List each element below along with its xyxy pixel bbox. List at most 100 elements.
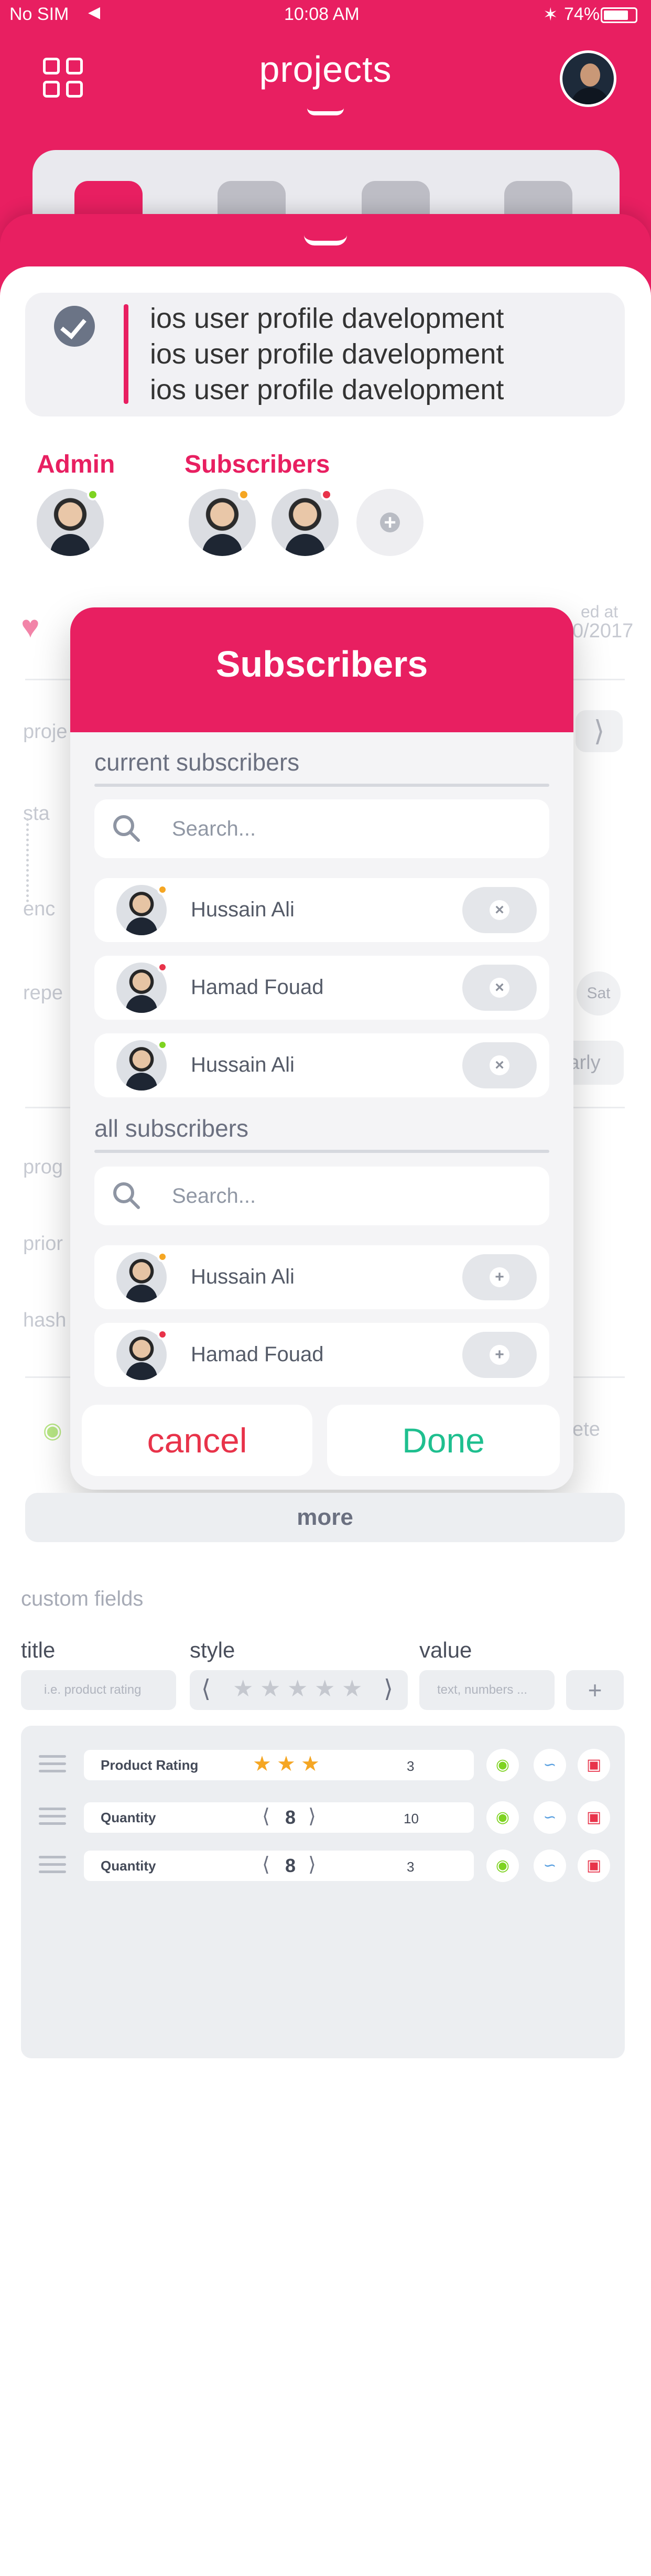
- add-field-button[interactable]: +: [566, 1670, 624, 1710]
- subscribers-label: Subscribers: [185, 451, 330, 478]
- search-placeholder: Search...: [172, 1184, 256, 1207]
- title-input[interactable]: i.e. product rating: [21, 1670, 176, 1710]
- current-subscribers-label: current subscribers: [94, 749, 300, 776]
- repeat-day-saturday[interactable]: Sat: [577, 971, 621, 1016]
- done-button[interactable]: Done: [327, 1405, 560, 1476]
- task-line: ios user profile davelopment: [150, 338, 504, 370]
- away-status-dot: [238, 489, 249, 500]
- task-line: ios user profile davelopment: [150, 374, 504, 405]
- complete-label: ete: [572, 1418, 600, 1440]
- drag-handle-icon[interactable]: [39, 1856, 66, 1874]
- attach-icon[interactable]: ∽: [534, 1801, 566, 1834]
- list-item: Hussain Ali ×: [94, 1033, 549, 1097]
- page-title: projects: [259, 49, 392, 90]
- trash-icon[interactable]: ▣: [578, 1749, 610, 1781]
- away-status-dot: [157, 884, 168, 895]
- carrier-label: No SIM: [9, 4, 69, 24]
- eye-icon[interactable]: ◉: [486, 1801, 519, 1834]
- busy-status-dot: [157, 1329, 168, 1340]
- drag-handle-icon[interactable]: [39, 1808, 66, 1825]
- search-icon: [113, 815, 140, 842]
- sheet-collapse-icon[interactable]: [304, 235, 347, 245]
- add-subscriber-button[interactable]: [356, 489, 424, 556]
- stepper-decrement[interactable]: ⟨: [262, 1804, 270, 1828]
- hashtags-label: hash: [23, 1309, 67, 1331]
- progress-label: prog: [23, 1156, 63, 1178]
- project-label: proje: [23, 721, 68, 743]
- value-input[interactable]: text, numbers ...: [419, 1670, 555, 1710]
- column-title: title: [21, 1638, 56, 1662]
- star-icon: ★: [260, 1676, 281, 1702]
- eye-icon[interactable]: ◉: [486, 1749, 519, 1781]
- stepper-value: 8: [285, 1807, 296, 1828]
- column-style: style: [190, 1638, 235, 1662]
- subscriber-name: Hussain Ali: [191, 898, 295, 921]
- remove-subscriber-button[interactable]: ×: [462, 1042, 537, 1088]
- stepper-value: 8: [285, 1855, 296, 1876]
- clock-label: 10:08 AM: [284, 4, 360, 24]
- chevron-right-icon[interactable]: ⟩: [384, 1674, 393, 1703]
- table-row[interactable]: Quantity ⟨ 8 ⟩ 3: [84, 1851, 474, 1881]
- table-row[interactable]: Quantity ⟨ 8 ⟩ 10: [84, 1802, 474, 1833]
- end-label: enc: [23, 898, 56, 920]
- remove-subscriber-button[interactable]: ×: [462, 887, 537, 933]
- remove-subscriber-button[interactable]: ×: [462, 965, 537, 1011]
- subscriber-name: Hussain Ali: [191, 1265, 295, 1288]
- stepper-decrement[interactable]: ⟨: [262, 1853, 270, 1876]
- all-search-input[interactable]: Search...: [94, 1167, 549, 1225]
- chevron-down-icon[interactable]: [307, 108, 344, 115]
- attach-icon[interactable]: ∽: [534, 1850, 566, 1882]
- trash-icon[interactable]: ▣: [578, 1850, 610, 1882]
- custom-fields-label: custom fields: [21, 1587, 144, 1610]
- battery-icon: [601, 7, 637, 23]
- list-item: Hamad Fouad ×: [94, 956, 549, 1020]
- priority-label: prior: [23, 1233, 63, 1255]
- timeline-dots: [26, 818, 29, 902]
- field-name: Product Rating: [101, 1757, 199, 1773]
- drag-handle-icon[interactable]: [39, 1755, 66, 1773]
- field-value: 3: [407, 1758, 415, 1774]
- add-subscriber-button[interactable]: +: [462, 1332, 537, 1378]
- add-subscriber-button[interactable]: +: [462, 1254, 537, 1300]
- list-item: Hussain Ali +: [94, 1245, 549, 1309]
- modal-title: Subscribers: [215, 644, 428, 685]
- bluetooth-icon: ✶: [543, 5, 558, 25]
- eye-icon[interactable]: ◉: [486, 1850, 519, 1882]
- star-icon: ★: [233, 1676, 254, 1702]
- divider: [94, 1150, 549, 1153]
- column-value: value: [419, 1638, 472, 1662]
- wifi-icon: ◀: [88, 4, 101, 21]
- subscriber-name: Hamad Fouad: [191, 976, 324, 999]
- current-search-input[interactable]: Search...: [94, 799, 549, 858]
- table-row[interactable]: Product Rating ★ ★ ★ 3: [84, 1750, 474, 1780]
- check-icon[interactable]: [54, 306, 95, 347]
- eye-icon[interactable]: ◉: [43, 1417, 62, 1443]
- close-icon: ×: [490, 978, 509, 998]
- chevron-right-icon[interactable]: ⟩: [576, 710, 623, 752]
- star-icon: ★: [287, 1676, 308, 1702]
- attach-icon[interactable]: ∽: [534, 1749, 566, 1781]
- style-selector[interactable]: ⟨ ★ ★ ★ ★ ★ ⟩: [190, 1670, 408, 1710]
- task-accent-bar: [124, 304, 128, 404]
- star-icon: ★: [253, 1752, 272, 1776]
- stepper-increment[interactable]: ⟩: [308, 1804, 316, 1828]
- star-icon: ★: [314, 1676, 335, 1702]
- busy-status-dot: [157, 962, 168, 972]
- star-icon: ★: [342, 1676, 363, 1702]
- more-button[interactable]: more: [25, 1493, 625, 1542]
- cancel-button[interactable]: cancel: [82, 1405, 312, 1476]
- heart-icon[interactable]: ♥: [21, 608, 40, 645]
- trash-icon[interactable]: ▣: [578, 1801, 610, 1834]
- chevron-left-icon[interactable]: ⟨: [201, 1674, 211, 1703]
- status-bar: No SIM ◀ 10:08 AM ✶ 74%: [0, 0, 651, 31]
- stepper-increment[interactable]: ⟩: [308, 1853, 316, 1876]
- list-item: Hussain Ali ×: [94, 878, 549, 942]
- busy-status-dot: [321, 489, 332, 500]
- user-avatar[interactable]: [560, 50, 616, 107]
- battery-percent: 74%: [564, 4, 600, 24]
- online-status-dot: [87, 489, 99, 500]
- field-name: Quantity: [101, 1858, 156, 1874]
- star-icon: ★: [301, 1752, 320, 1776]
- close-icon: ×: [490, 1055, 509, 1075]
- search-placeholder: Search...: [172, 817, 256, 840]
